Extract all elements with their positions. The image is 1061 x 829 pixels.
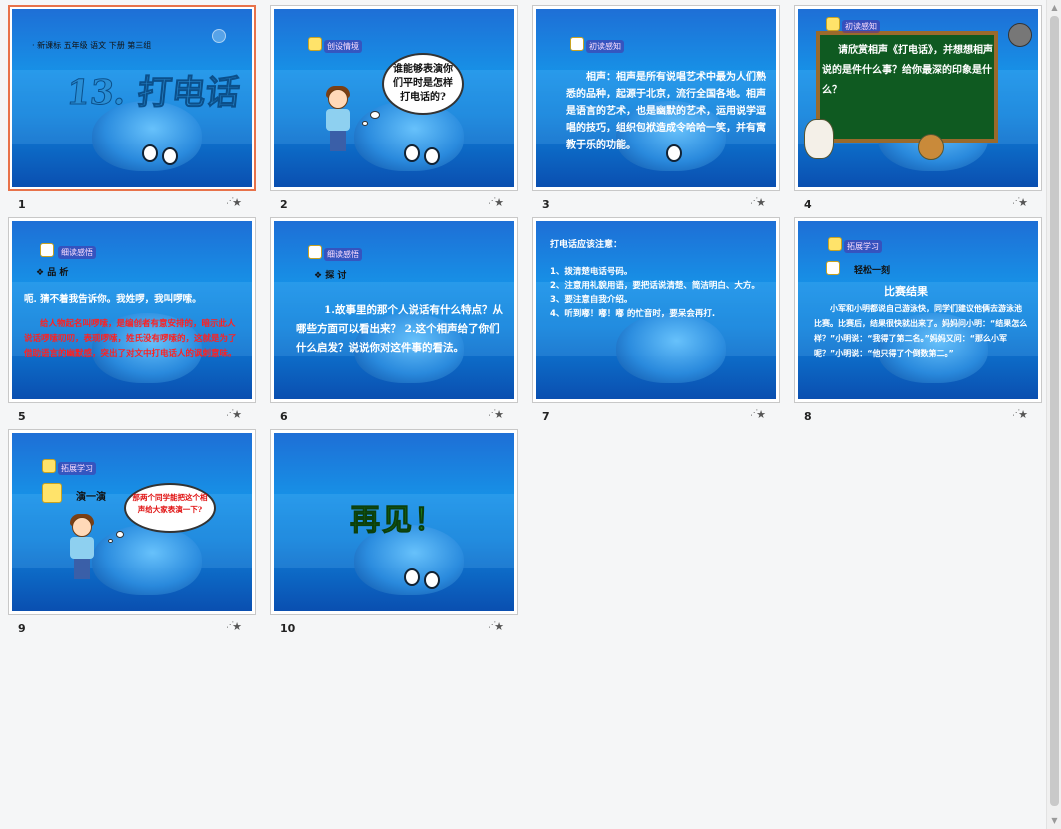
slide-thumbnail-8[interactable]: 拓展学习 轻松一刻 比赛结果 小军和小明都说自己游泳快，同学们建议他俩去游泳池比… xyxy=(794,217,1042,403)
slide-cell-4[interactable]: 初读感知 请欣赏相声《打电话》，并想想相声说的是件什么事？给你最深的印象是什么？… xyxy=(794,5,1042,215)
slide-thumbnail-2[interactable]: 创设情境 谁能够表演你们平时是怎样打电话的? xyxy=(270,5,518,191)
slide-transition-icon-5[interactable]: ⋰★ xyxy=(226,408,242,421)
slide-number-7: 7 xyxy=(542,410,550,423)
slide-10-title: 再见！ xyxy=(350,503,446,539)
slide-6-body: 1.故事里的那个人说话有什么特点？从哪些方面可以看出来？ 2.这个相声给了你们什… xyxy=(296,304,503,354)
slide-7-title: 打电话应该注意： xyxy=(550,240,623,250)
girl-illustration xyxy=(322,86,354,153)
slide-6-tag: 细读感悟 xyxy=(324,248,362,261)
slide-1-subtitle: · 新课标 五年级 语文 下册 第三组 xyxy=(32,41,152,50)
scroll-up-arrow-icon[interactable]: ▲ xyxy=(1050,4,1059,12)
slide-5-body: 给人物起名叫啰嗦，是编创者有意安排的，暗示此人说话啰嗦叨叨，表现啰嗦，姓氏没有啰… xyxy=(24,319,237,359)
slide-1-title: 13. 打电话 xyxy=(64,73,242,114)
slide-8-sub: 轻松一刻 xyxy=(854,266,891,276)
slide-thumbnail-1[interactable]: · 新课标 五年级 语文 下册 第三组 13. 打电话 xyxy=(8,5,256,191)
slide-4-body: 请欣赏相声《打电话》，并想想相声说的是件什么事？给你最深的印象是什么？ xyxy=(822,45,993,96)
slide-3-tag: 初读感知 xyxy=(586,40,624,53)
slide-number-3: 3 xyxy=(542,198,550,211)
slide-cell-3[interactable]: 初读感知 相声：相声是所有说唱艺术中最为人们熟悉的品种，起源于北京，流行全国各地… xyxy=(532,5,780,215)
slide-transition-icon-2[interactable]: ⋰★ xyxy=(488,196,504,209)
slide-4-tag: 初读感知 xyxy=(842,20,880,33)
slide-cell-10[interactable]: 再见！ 10 ⋰★ xyxy=(270,429,518,639)
book-icon xyxy=(570,37,584,51)
slide-transition-icon-10[interactable]: ⋰★ xyxy=(488,620,504,633)
slide-number-10: 10 xyxy=(280,622,296,635)
slide-thumbnail-6[interactable]: 细读感悟 ❖ 探 讨 1.故事里的那个人说话有什么特点？从哪些方面可以看出来？ … xyxy=(270,217,518,403)
slide-thumbnail-10[interactable]: 再见！ xyxy=(270,429,518,615)
slide-7-item: 3、要注意自我介绍。 xyxy=(550,295,633,305)
slide-cell-7[interactable]: 打电话应该注意： 1、拨清楚电话号码。 2、注意用礼貌用语，要把话说清楚、简洁明… xyxy=(532,217,780,427)
headphones-icon xyxy=(1008,23,1032,47)
slide-sorter: · 新课标 五年级 语文 下册 第三组 13. 打电话 1 ⋰★ 创设情境 谁能… xyxy=(0,0,1046,829)
phone-icon xyxy=(828,237,842,251)
slide-9-speech-bubble: 那两个同学能把这个相声给大家表演一下? xyxy=(124,483,216,533)
slide-transition-icon-3[interactable]: ⋰★ xyxy=(750,196,766,209)
slide-thumbnail-4[interactable]: 初读感知 请欣赏相声《打电话》，并想想相声说的是件什么事？给你最深的印象是什么？ xyxy=(794,5,1042,191)
slide-cell-5[interactable]: 细读感悟 ❖ 品 析 呃. 猜不着我告诉你。我姓啰，我叫啰嗦。 给人物起名叫啰嗦… xyxy=(8,217,256,427)
girl-illustration xyxy=(66,514,98,581)
slide-number-8: 8 xyxy=(804,410,812,423)
slide-3-body: 相声：相声是所有说唱艺术中最为人们熟悉的品种，起源于北京，流行全国各地。相声是语… xyxy=(566,72,766,151)
slide-number-6: 6 xyxy=(280,410,288,423)
phone-icon xyxy=(42,459,56,473)
slide-5-tag: 细读感悟 xyxy=(58,246,96,259)
slide-7-item: 2、注意用礼貌用语，要把话说清楚、简洁明白、大方。 xyxy=(550,281,760,291)
dog-illustration xyxy=(804,119,834,159)
slide-thumbnail-5[interactable]: 细读感悟 ❖ 品 析 呃. 猜不着我告诉你。我姓啰，我叫啰嗦。 给人物起名叫啰嗦… xyxy=(8,217,256,403)
book-icon xyxy=(826,17,840,31)
slide-cell-6[interactable]: 细读感悟 ❖ 探 讨 1.故事里的那个人说话有什么特点？从哪些方面可以看出来？ … xyxy=(270,217,518,427)
reading-icon xyxy=(826,261,840,275)
slide-6-heading: ❖ 探 讨 xyxy=(314,271,347,281)
slide-number-5: 5 xyxy=(18,410,26,423)
slide-number-4: 4 xyxy=(804,198,812,211)
slide-thumbnail-7[interactable]: 打电话应该注意： 1、拨清楚电话号码。 2、注意用礼貌用语，要把话说清楚、简洁明… xyxy=(532,217,780,403)
scrollbar-thumb[interactable] xyxy=(1050,16,1059,806)
slide-7-item: 4、听到嘟！嘟！嘟 的忙音时，要呆会再打. xyxy=(550,309,716,319)
slide-8-heading: 比赛结果 xyxy=(884,285,928,298)
slide-transition-icon-6[interactable]: ⋰★ xyxy=(488,408,504,421)
slide-transition-icon-8[interactable]: ⋰★ xyxy=(1012,408,1028,421)
slide-thumbnail-9[interactable]: 拓展学习 演一演 那两个同学能把这个相声给大家表演一下? xyxy=(8,429,256,615)
slide-thumbnail-3[interactable]: 初读感知 相声：相声是所有说唱艺术中最为人们熟悉的品种，起源于北京，流行全国各地… xyxy=(532,5,780,191)
shell-icon xyxy=(308,245,322,259)
slide-2-speech-bubble: 谁能够表演你们平时是怎样打电话的? xyxy=(382,53,464,115)
slide-9-tag: 拓展学习 xyxy=(58,462,96,475)
slide-number-2: 2 xyxy=(280,198,288,211)
slide-number-9: 9 xyxy=(18,622,26,635)
slide-transition-icon-1[interactable]: ⋰★ xyxy=(226,196,242,209)
monkey-illustration xyxy=(918,134,944,160)
shell-icon xyxy=(40,243,54,257)
slide-transition-icon-9[interactable]: ⋰★ xyxy=(226,620,242,633)
slide-cell-1[interactable]: · 新课标 五年级 语文 下册 第三组 13. 打电话 1 ⋰★ xyxy=(8,5,256,215)
slide-2-tag: 创设情境 xyxy=(324,40,362,53)
slide-cell-2[interactable]: 创设情境 谁能够表演你们平时是怎样打电话的? 2 ⋰★ xyxy=(270,5,518,215)
slide-cell-9[interactable]: 拓展学习 演一演 那两个同学能把这个相声给大家表演一下? 9 ⋰★ xyxy=(8,429,256,639)
tag-icon xyxy=(308,37,322,51)
slide-5-line: 呃. 猜不着我告诉你。我姓啰，我叫啰嗦。 xyxy=(24,294,202,305)
slide-cell-8[interactable]: 拓展学习 轻松一刻 比赛结果 小军和小明都说自己游泳快，同学们建议他俩去游泳池比… xyxy=(794,217,1042,427)
slide-7-list: 1、拨清楚电话号码。 2、注意用礼貌用语，要把话说清楚、简洁明白、大方。 3、要… xyxy=(550,265,768,321)
slide-transition-icon-7[interactable]: ⋰★ xyxy=(750,408,766,421)
slide-9-sub: 演一演 xyxy=(76,492,106,503)
slide-7-item: 1、拨清楚电话号码。 xyxy=(550,267,633,277)
dancer-icon xyxy=(42,483,62,503)
scroll-down-arrow-icon[interactable]: ▼ xyxy=(1050,817,1059,825)
vertical-scrollbar[interactable]: ▲ ▼ xyxy=(1046,0,1061,829)
slide-8-body: 小军和小明都说自己游泳快，同学们建议他俩去游泳池比赛。比赛后，结果很快就出来了。… xyxy=(814,304,1028,358)
slide-transition-icon-4[interactable]: ⋰★ xyxy=(1012,196,1028,209)
slide-number-1: 1 xyxy=(18,198,26,211)
slide-5-heading: ❖ 品 析 xyxy=(36,268,69,278)
slide-8-tag: 拓展学习 xyxy=(844,240,882,253)
